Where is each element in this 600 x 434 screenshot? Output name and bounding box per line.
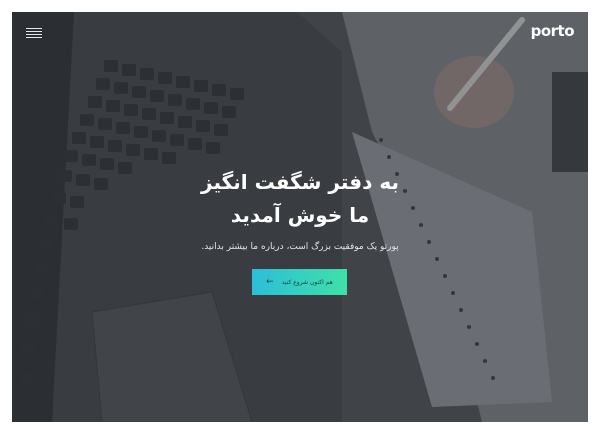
arrow-left-icon: ←	[266, 277, 274, 287]
brand-logo[interactable]: porto	[531, 22, 575, 40]
get-started-button[interactable]: هم اکنون شروع کنید ←	[252, 269, 347, 295]
hero-section: porto به دفتر شگفت انگیز ما خوش آمدید پو…	[12, 12, 588, 422]
hero-content: به دفتر شگفت انگیز ما خوش آمدید پورتو یک…	[12, 166, 588, 252]
hero-title-line-1: به دفتر شگفت انگیز	[201, 170, 399, 194]
hamburger-menu-icon[interactable]	[26, 28, 42, 38]
get-started-label: هم اکنون شروع کنید	[281, 278, 333, 286]
hero-title-line-2: ما خوش آمدید	[230, 203, 370, 227]
hero-subtitle: پورتو یک موفقیت بزرگ است، درباره ما بیشت…	[201, 242, 399, 252]
